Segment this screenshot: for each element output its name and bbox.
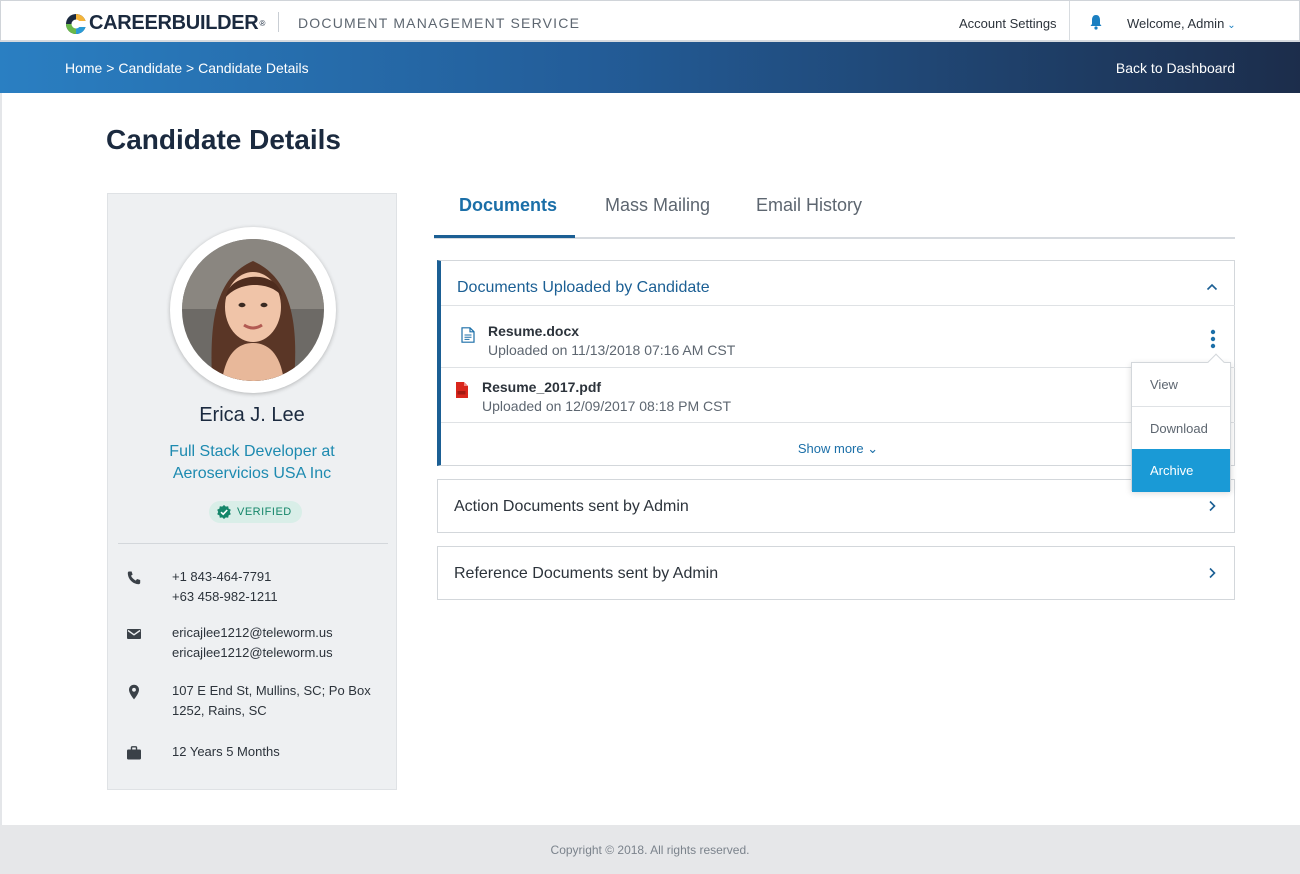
copyright-text: Copyright © 2018. All rights reserved. xyxy=(550,843,750,857)
document-row[interactable]: Resume.docx Uploaded on 11/13/2018 07:16… xyxy=(441,306,1235,361)
menu-item-view[interactable]: View xyxy=(1132,363,1230,406)
careerbuilder-logo[interactable]: CAREERBUILDER ® xyxy=(65,12,265,35)
page-title: Candidate Details xyxy=(106,124,341,155)
document-date: Uploaded on 12/09/2017 08:18 PM CST xyxy=(482,398,732,414)
pdf-file-icon xyxy=(456,382,468,398)
candidate-job-title-line: Full Stack Developer at xyxy=(169,443,335,460)
service-title: DOCUMENT MANAGEMENT SERVICE xyxy=(298,15,581,31)
header-vertical-divider xyxy=(1069,1,1070,42)
reference-documents-header[interactable]: Reference Documents sent by Admin xyxy=(454,549,718,599)
bell-icon[interactable] xyxy=(1089,14,1103,30)
menu-item-download[interactable]: Download xyxy=(1132,406,1230,449)
welcome-label: Welcome, Admin xyxy=(1127,16,1225,31)
chevron-up-icon[interactable] xyxy=(1206,281,1218,293)
header-divider xyxy=(278,12,279,32)
careerbuilder-logo-icon xyxy=(66,13,86,34)
breadcrumb-home[interactable]: Home xyxy=(65,60,102,76)
uploaded-documents-title: Documents Uploaded by Candidate xyxy=(457,279,710,296)
breadcrumb-separator: > xyxy=(102,60,119,76)
breadcrumb-candidate[interactable]: Candidate xyxy=(118,60,182,76)
document-row[interactable]: Resume_2017.pdf Uploaded on 12/09/2017 0… xyxy=(441,367,1235,422)
document-name[interactable]: Resume_2017.pdf xyxy=(482,379,601,395)
logo-registered-mark: ® xyxy=(259,19,266,28)
breadcrumb-current: Candidate Details xyxy=(198,60,309,76)
kebab-menu-icon[interactable] xyxy=(1210,329,1216,349)
chevron-right-icon[interactable] xyxy=(1206,500,1218,512)
briefcase-icon xyxy=(127,746,141,760)
mail-icon xyxy=(127,629,141,639)
verified-label: VERIFIED xyxy=(237,506,292,518)
tab-email-history[interactable]: Email History xyxy=(756,195,862,238)
logo-wordmark: CAREERBUILDER xyxy=(89,12,259,34)
user-menu[interactable]: Welcome, Admin ⌄ xyxy=(1127,16,1236,31)
account-settings-link[interactable]: Account Settings xyxy=(959,16,1057,31)
reference-documents-title: Reference Documents sent by Admin xyxy=(454,565,719,582)
reference-documents-panel[interactable]: Reference Documents sent by Admin xyxy=(437,546,1235,600)
document-name[interactable]: Resume.docx xyxy=(488,323,579,339)
document-context-menu: View Download Archive xyxy=(1131,353,1231,492)
action-documents-header[interactable]: Action Documents sent by Admin xyxy=(454,482,689,532)
phone-number[interactable]: +1 843-464-7791 xyxy=(172,567,382,587)
breadcrumb: Home > Candidate > Candidate Details xyxy=(65,60,309,76)
footer: Copyright © 2018. All rights reserved. xyxy=(0,825,1300,874)
show-more-divider xyxy=(441,422,1235,423)
tab-mass-mailing[interactable]: Mass Mailing xyxy=(605,195,710,238)
document-date: Uploaded on 11/13/2018 07:16 AM CST xyxy=(488,342,736,358)
candidate-job-title[interactable]: Full Stack Developer at Aeroservicios US… xyxy=(138,441,366,485)
show-more-link[interactable]: Show more ⌄ xyxy=(441,441,1235,457)
verified-check-icon xyxy=(217,505,231,519)
chevron-right-icon[interactable] xyxy=(1206,567,1218,579)
email-address[interactable]: ericajlee1212@teleworm.us xyxy=(172,623,382,643)
breadcrumb-separator: > xyxy=(182,60,199,76)
uploaded-documents-panel: Documents Uploaded by Candidate Resume.d… xyxy=(437,260,1235,466)
email-address[interactable]: ericajlee1212@teleworm.us xyxy=(172,643,382,663)
chevron-down-icon: ⌄ xyxy=(1227,20,1236,31)
tab-documents[interactable]: Documents xyxy=(459,195,557,238)
active-tab-indicator xyxy=(434,235,575,238)
location-pin-icon xyxy=(129,684,139,700)
page-left-border xyxy=(0,93,2,825)
verified-badge: VERIFIED xyxy=(209,501,302,523)
candidate-name: Erica J. Lee xyxy=(199,404,305,426)
candidate-job-title-line: Aeroservicios USA Inc xyxy=(172,465,332,482)
avatar-frame xyxy=(170,227,336,393)
address-line: 107 E End St, Mullins, SC; Po Box xyxy=(172,683,371,698)
candidate-profile-card: Erica J. Lee Full Stack Developer at Aer… xyxy=(107,193,397,790)
profile-divider xyxy=(118,543,388,544)
avatar xyxy=(182,239,324,381)
address-line: 1252, Rains, SC xyxy=(172,703,267,718)
action-documents-title: Action Documents sent by Admin xyxy=(454,498,689,515)
phone-icon xyxy=(127,571,141,585)
doc-file-icon xyxy=(461,327,475,343)
top-header: CAREERBUILDER ® DOCUMENT MANAGEMENT SERV… xyxy=(0,0,1300,42)
phone-number[interactable]: +63 458-982-1211 xyxy=(172,587,382,607)
menu-item-archive[interactable]: Archive xyxy=(1132,449,1230,492)
back-to-dashboard-link[interactable]: Back to Dashboard xyxy=(1116,60,1235,76)
detail-tabs: Documents Mass Mailing Email History xyxy=(434,183,1235,239)
experience-value: 12 Years 5 Months xyxy=(172,744,280,759)
breadcrumb-bar: Home > Candidate > Candidate Details Bac… xyxy=(0,42,1300,93)
action-documents-panel[interactable]: Action Documents sent by Admin xyxy=(437,479,1235,533)
